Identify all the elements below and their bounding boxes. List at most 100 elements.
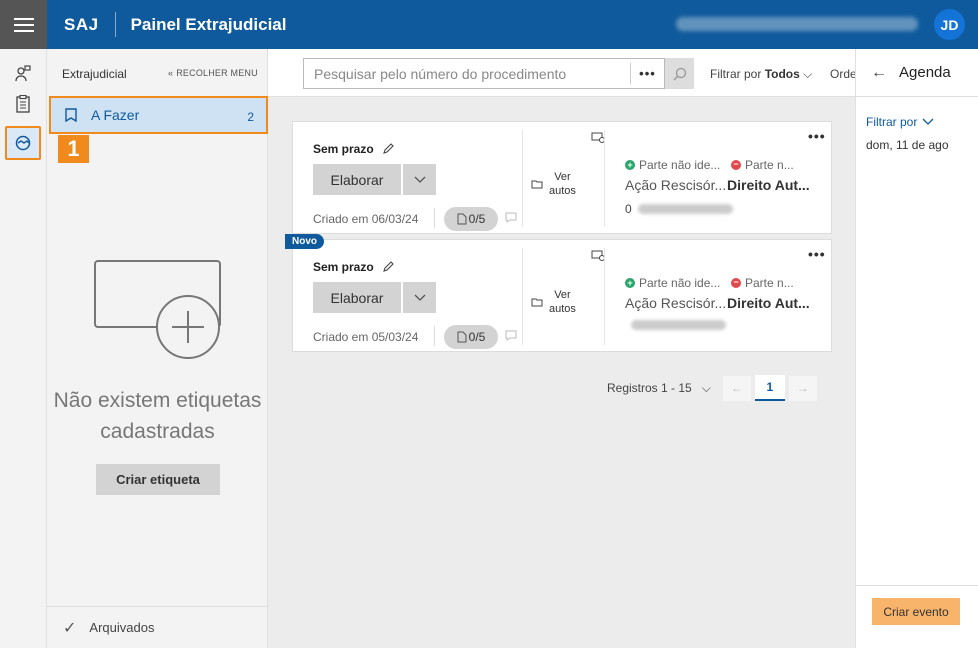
double-chevron-left-icon: « bbox=[168, 68, 174, 78]
elaborar-button[interactable]: Elaborar bbox=[313, 282, 401, 313]
page-number-button[interactable]: 1 bbox=[754, 375, 785, 401]
chevron-down-icon bbox=[922, 118, 934, 125]
agenda-title: Agenda bbox=[899, 64, 951, 81]
autos-link-icon[interactable] bbox=[591, 250, 605, 261]
elaborar-dropdown-button[interactable] bbox=[403, 282, 436, 313]
divider bbox=[434, 208, 435, 228]
create-event-button[interactable]: Criar evento bbox=[872, 598, 960, 625]
sidebar-heading: Extrajudicial bbox=[62, 67, 127, 81]
avatar[interactable]: JD bbox=[934, 9, 965, 40]
agenda-date: dom, 11 de ago bbox=[866, 138, 949, 152]
search-icon bbox=[673, 67, 686, 80]
minus-circle-icon: − bbox=[731, 160, 741, 170]
agenda-filter-dropdown[interactable]: Filtrar por bbox=[866, 115, 934, 129]
top-bar: SAJ Painel Extrajudicial JD bbox=[0, 0, 978, 49]
collapse-menu-label: RECOLHER MENU bbox=[176, 68, 258, 78]
divider bbox=[522, 248, 523, 345]
search-input[interactable] bbox=[304, 59, 630, 88]
empty-state-message: Não existem etiquetas cadastradas bbox=[53, 389, 262, 443]
card-more-options[interactable]: ••• bbox=[808, 246, 826, 262]
search-options-button[interactable]: ••• bbox=[630, 63, 664, 84]
elaborar-dropdown-button[interactable] bbox=[403, 164, 436, 195]
main-content: ••• Filtrar por Todos ⌵ Ordenar Sem praz… bbox=[268, 49, 855, 648]
collapse-menu-button[interactable]: « RECOLHER MENU bbox=[168, 68, 258, 78]
rail-handshake-icon[interactable] bbox=[5, 126, 41, 160]
rail-people-icon[interactable] bbox=[5, 57, 41, 91]
divider bbox=[434, 326, 435, 346]
chevron-down-icon: ⌵ bbox=[803, 67, 813, 81]
previous-page-button[interactable]: ← bbox=[722, 375, 751, 401]
deadline-label: Sem prazo bbox=[313, 142, 394, 156]
brand-logo: SAJ bbox=[64, 14, 99, 34]
chevron-down-icon bbox=[414, 176, 425, 183]
new-badge: Novo bbox=[285, 234, 324, 249]
brand-separator bbox=[114, 12, 116, 37]
action-type: Ação Rescisór... bbox=[625, 295, 727, 311]
action-area: Direito Aut... bbox=[727, 177, 810, 193]
procedure-card[interactable]: Novo Sem prazo Elaborar Criado em 05/03/… bbox=[285, 234, 832, 352]
sidebar: Extrajudicial « RECOLHER MENU A Fazer 2 … bbox=[47, 49, 268, 648]
divider bbox=[522, 130, 523, 227]
sidebar-item-a-fazer[interactable]: A Fazer 2 bbox=[49, 96, 268, 134]
bookmark-icon bbox=[65, 108, 77, 122]
documents-counter[interactable]: 0/5 bbox=[444, 207, 498, 231]
divider bbox=[604, 248, 605, 345]
agenda-header: ← Agenda bbox=[856, 49, 978, 97]
sidebar-item-count: 2 bbox=[247, 110, 254, 124]
folder-open-icon bbox=[531, 180, 543, 189]
action-type: Ação Rescisór... bbox=[625, 177, 727, 193]
procedure-card[interactable]: Sem prazo Elaborar Criado em 06/03/24 0/… bbox=[292, 121, 832, 234]
search-button[interactable] bbox=[665, 58, 694, 89]
pagination: Registros 1 - 15 ⌵ ← 1 → bbox=[607, 375, 817, 401]
records-per-page[interactable]: Registros 1 - 15 bbox=[607, 381, 692, 395]
search-box: ••• bbox=[303, 58, 665, 89]
sidebar-item-label: A Fazer bbox=[91, 107, 140, 123]
created-date: Criado em 06/03/24 bbox=[313, 212, 419, 226]
page-title: Painel Extrajudicial bbox=[130, 14, 287, 34]
comment-icon[interactable] bbox=[505, 212, 517, 223]
agenda-panel: ← Agenda Filtrar por dom, 11 de ago Cria… bbox=[855, 49, 978, 648]
next-page-button[interactable]: → bbox=[788, 375, 817, 401]
agenda-footer: Criar evento bbox=[856, 585, 978, 648]
plus-circle-icon: + bbox=[625, 278, 635, 288]
toolbar: ••• Filtrar por Todos ⌵ Ordenar bbox=[268, 49, 855, 97]
comment-icon[interactable] bbox=[505, 330, 517, 341]
arrow-left-icon[interactable]: ← bbox=[871, 64, 887, 82]
icon-rail bbox=[0, 49, 47, 648]
party-status: + Parte não ide... bbox=[625, 158, 720, 172]
autos-link-icon[interactable] bbox=[591, 132, 605, 143]
divider bbox=[604, 130, 605, 227]
minus-circle-icon: − bbox=[731, 278, 741, 288]
card-more-options[interactable]: ••• bbox=[808, 128, 826, 144]
check-icon: ✓ bbox=[63, 619, 77, 637]
party-status: − Parte n... bbox=[731, 158, 794, 172]
action-area: Direito Aut... bbox=[727, 295, 810, 311]
rail-checklist-icon[interactable] bbox=[5, 87, 41, 121]
hamburger-menu-icon[interactable] bbox=[0, 0, 47, 49]
party-status: − Parte n... bbox=[731, 276, 794, 290]
empty-tags-illustration bbox=[94, 260, 221, 359]
sidebar-item-arquivados[interactable]: ✓ Arquivados bbox=[47, 606, 268, 648]
documents-counter[interactable]: 0/5 bbox=[444, 325, 498, 349]
order-dropdown[interactable]: Ordenar bbox=[830, 67, 855, 81]
filter-dropdown[interactable]: Filtrar por Todos ⌵ bbox=[710, 67, 812, 82]
procedure-number: 0 bbox=[625, 202, 733, 216]
chevron-down-icon[interactable]: ⌵ bbox=[702, 381, 711, 396]
party-status: + Parte não ide... bbox=[625, 276, 720, 290]
document-icon bbox=[457, 331, 467, 343]
elaborar-button[interactable]: Elaborar bbox=[313, 164, 401, 195]
procedure-number bbox=[625, 320, 726, 330]
sidebar-item-label: Arquivados bbox=[89, 620, 155, 635]
create-tag-button[interactable]: Criar etiqueta bbox=[96, 464, 220, 495]
plus-circle-icon: + bbox=[625, 160, 635, 170]
chevron-down-icon bbox=[414, 294, 425, 301]
pencil-icon[interactable] bbox=[382, 261, 394, 273]
view-autos-button[interactable]: Ver autos bbox=[531, 170, 576, 198]
deadline-label: Sem prazo bbox=[313, 260, 394, 274]
document-icon bbox=[457, 213, 467, 225]
pencil-icon[interactable] bbox=[382, 143, 394, 155]
step-number-badge: 1 bbox=[58, 135, 89, 163]
created-date: Criado em 05/03/24 bbox=[313, 330, 419, 344]
user-name-blurred bbox=[676, 17, 918, 31]
view-autos-button[interactable]: Ver autos bbox=[531, 288, 576, 316]
